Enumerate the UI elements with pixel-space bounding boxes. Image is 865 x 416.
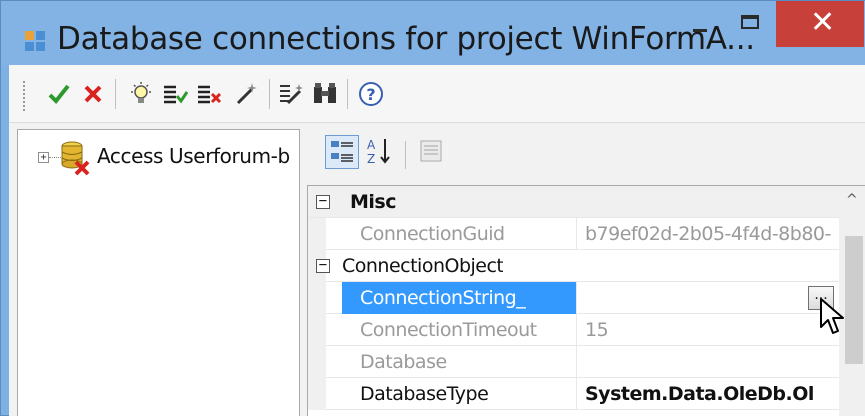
- property-pages-button[interactable]: [415, 135, 449, 169]
- row-margin: [308, 346, 326, 378]
- svg-text:Z: Z: [367, 152, 375, 166]
- edit-button[interactable]: [233, 79, 261, 109]
- toolbar-grip[interactable]: [23, 81, 26, 111]
- property-value[interactable]: [576, 346, 839, 378]
- mouse-pointer-icon: [820, 298, 844, 334]
- toolbar-separator: [347, 79, 348, 109]
- close-button[interactable]: ✕: [776, 1, 864, 47]
- property-value[interactable]: [576, 250, 839, 282]
- window-title: Database connections for project WinForm…: [57, 21, 755, 57]
- find-button[interactable]: [311, 79, 339, 109]
- accept-button[interactable]: [45, 79, 73, 109]
- property-name: Database: [360, 351, 447, 373]
- property-name: ConnectionString_: [342, 282, 576, 314]
- categorized-button[interactable]: [325, 135, 359, 169]
- property-row[interactable]: Database: [308, 346, 839, 378]
- test-ok-button[interactable]: [161, 79, 189, 109]
- delete-connection-button[interactable]: [195, 79, 223, 109]
- maximize-icon: [741, 15, 759, 29]
- property-name: ConnectionObject: [342, 255, 504, 277]
- minimize-button[interactable]: [677, 1, 723, 47]
- list-delete-icon: [198, 85, 222, 104]
- dialog-client-area: ? + Access Userforum-b A Z − Misc Connec…: [9, 65, 865, 416]
- toolbar-separator: [269, 79, 270, 109]
- help-button[interactable]: ?: [357, 79, 385, 109]
- row-margin: [308, 314, 326, 346]
- property-value[interactable]: System.Data.OleDb.Ol: [576, 378, 839, 410]
- minimize-icon: [693, 29, 707, 32]
- categorized-icon: [331, 141, 353, 162]
- row-margin: [308, 282, 326, 314]
- maximize-button[interactable]: [727, 1, 773, 47]
- svg-text:A: A: [367, 138, 376, 152]
- title-bar[interactable]: Database connections for project WinForm…: [1, 1, 865, 65]
- toolbar-separator: [115, 79, 116, 109]
- property-row[interactable]: ConnectionTimeout 15: [308, 314, 839, 346]
- svg-text:?: ?: [366, 85, 375, 104]
- row-margin: [308, 218, 326, 250]
- magic-list-icon: [280, 84, 303, 105]
- new-connection-button[interactable]: [127, 79, 155, 109]
- scroll-thumb[interactable]: [845, 236, 863, 364]
- category-row-misc[interactable]: − Misc: [308, 186, 839, 218]
- connection-tree[interactable]: + Access Userforum-b: [17, 129, 300, 416]
- wizard-button[interactable]: [277, 79, 305, 109]
- main-toolbar: ?: [9, 65, 865, 123]
- property-row-selected[interactable]: ConnectionString_ ...: [308, 282, 839, 314]
- toolbar-separator: [405, 141, 406, 169]
- propertygrid-toolbar: A Z: [307, 129, 865, 183]
- tree-item-label[interactable]: Access Userforum-b: [97, 144, 297, 168]
- property-value[interactable]: 15: [576, 314, 839, 346]
- binoculars-icon: [314, 83, 336, 103]
- checkmark-icon: [48, 84, 70, 104]
- category-collapse-toggle[interactable]: −: [316, 194, 330, 209]
- property-row[interactable]: − ConnectionObject: [308, 250, 839, 282]
- row-margin: [308, 378, 326, 410]
- category-label: Misc: [350, 191, 396, 213]
- lightbulb-icon: [131, 82, 151, 103]
- app-icon: [25, 31, 47, 53]
- dialog-window: Database connections for project WinForm…: [0, 0, 865, 416]
- database-icon: [60, 140, 92, 176]
- red-x-icon: [84, 85, 102, 103]
- tree-expand-toggle[interactable]: +: [38, 152, 49, 163]
- alphabetical-icon: A Z: [367, 138, 390, 166]
- close-icon: ✕: [810, 5, 836, 40]
- help-icon: ?: [359, 82, 383, 106]
- property-name: ConnectionGuid: [360, 223, 505, 245]
- property-row[interactable]: ConnectionGuid b79ef02d-2b05-4f4d-8b80-: [308, 218, 839, 250]
- property-name: ConnectionTimeout: [360, 319, 537, 341]
- alphabetical-button[interactable]: A Z: [363, 135, 397, 169]
- property-value[interactable]: b79ef02d-2b05-4f4d-8b80-: [576, 218, 839, 250]
- property-pages-icon: [420, 140, 442, 162]
- property-name: DatabaseType: [360, 383, 489, 405]
- subproperty-collapse-toggle[interactable]: −: [316, 258, 330, 273]
- list-check-icon: [164, 85, 188, 104]
- property-row[interactable]: DatabaseType System.Data.OleDb.Ol: [308, 378, 839, 410]
- scroll-up-arrow[interactable]: ^: [846, 192, 858, 208]
- property-value[interactable]: [576, 282, 839, 314]
- wand-icon: [236, 83, 257, 105]
- cancel-button[interactable]: [79, 79, 107, 109]
- property-grid[interactable]: − Misc ConnectionGuid b79ef02d-2b05-4f4d…: [307, 185, 865, 416]
